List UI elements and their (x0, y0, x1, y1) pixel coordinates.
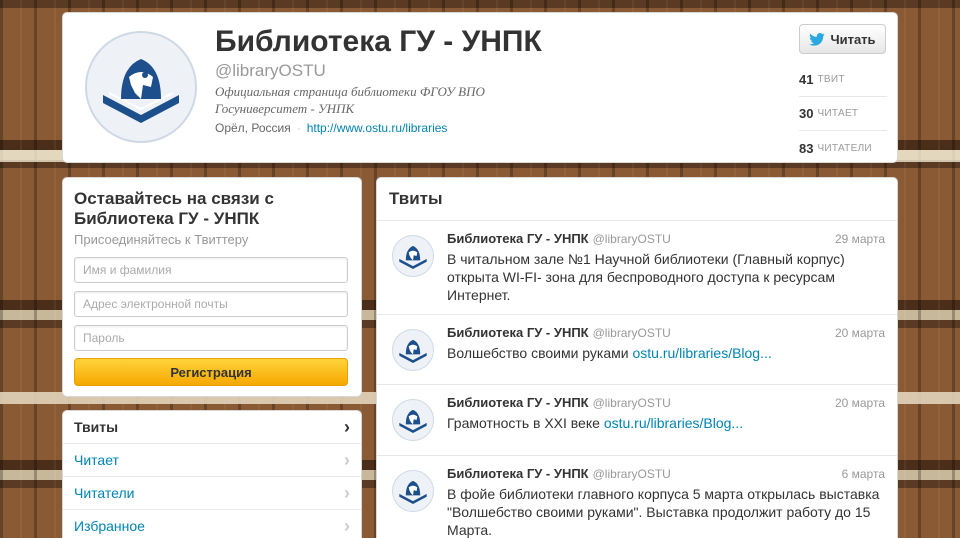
chevron-right-icon: › (344, 416, 350, 437)
tweet-author-name[interactable]: Библиотека ГУ - УНПК (447, 395, 589, 410)
stat-followers[interactable]: 83 читатели (799, 131, 887, 165)
tweet-timestamp[interactable]: 20 марта (835, 396, 885, 410)
tweet-author-handle[interactable]: @libraryOSTU (593, 326, 671, 340)
library-logo-icon (103, 59, 179, 123)
tweet-text-body: В читальном зале №1 Научной библиотеки (… (447, 251, 845, 303)
tweet-item[interactable]: Библиотека ГУ - УНПК @libraryOSTU 6 март… (377, 456, 897, 538)
nav-item-label: Читает (74, 452, 119, 468)
stat-count: 41 (799, 72, 814, 87)
tweet-avatar[interactable] (392, 399, 434, 441)
stat-count: 30 (799, 106, 814, 121)
tweet-text: В фойе библиотеки главного корпуса 5 мар… (447, 485, 885, 538)
tweet-avatar[interactable] (392, 470, 434, 512)
tweet-item[interactable]: Библиотека ГУ - УНПК @libraryOSTU 20 мар… (377, 315, 897, 385)
avatar[interactable] (85, 31, 197, 143)
tweets-header: Твиты (377, 178, 897, 221)
tweet-item[interactable]: Библиотека ГУ - УНПК @libraryOSTU 20 мар… (377, 385, 897, 456)
tweet-header: Библиотека ГУ - УНПК @libraryOSTU 6 март… (447, 466, 885, 483)
stat-following[interactable]: 30 читает (799, 97, 887, 131)
tweet-header: Библиотека ГУ - УНПК @libraryOSTU 20 мар… (447, 395, 885, 412)
tweets-timeline: Твиты Библиотека ГУ - УНПК @libraryOSTU … (376, 177, 898, 538)
register-button[interactable]: Регистрация (74, 358, 348, 386)
chevron-right-icon: › (344, 482, 350, 503)
full-name-field[interactable] (74, 257, 348, 283)
tweet-timestamp[interactable]: 6 марта (842, 467, 885, 481)
nav-item-label: Избранное (74, 518, 145, 534)
follow-button[interactable]: Читать (799, 24, 886, 54)
profile-location-row: Орёл, Россия · http://www.ostu.ru/librarie… (215, 121, 447, 135)
stat-tweets[interactable]: 41 твит (799, 63, 887, 97)
tweet-text-body: Волшебство своими руками (447, 345, 629, 361)
profile-handle: @libraryOSTU (215, 61, 326, 80)
tweet-text-body: В фойе библиотеки главного корпуса 5 мар… (447, 486, 880, 538)
tweet-text-body: Грамотность в XXI веке (447, 415, 600, 431)
tweet-item[interactable]: Библиотека ГУ - УНПК @libraryOSTU 29 мар… (377, 221, 897, 315)
tweet-author-handle[interactable]: @libraryOSTU (593, 232, 671, 246)
tweet-link[interactable]: ostu.ru/libraries/Blog... (632, 345, 771, 361)
tweet-header: Библиотека ГУ - УНПК @libraryOSTU 20 мар… (447, 325, 885, 342)
profile-nav: Твиты › Читает › Читатели › Избранное › (62, 410, 362, 538)
email-field[interactable] (74, 291, 348, 317)
tweet-author-name[interactable]: Библиотека ГУ - УНПК (447, 325, 589, 340)
profile-bio: Официальная страница библиотеки ФГОУ ВПО… (215, 84, 485, 116)
tweet-text: Грамотность в XXI веке ostu.ru/libraries… (447, 414, 885, 432)
tweet-timestamp[interactable]: 29 марта (835, 232, 885, 246)
stat-label: читатели (817, 142, 872, 154)
tweet-author-handle[interactable]: @libraryOSTU (593, 396, 671, 410)
tweet-timestamp[interactable]: 20 марта (835, 326, 885, 340)
tweet-avatar[interactable] (392, 235, 434, 277)
nav-item-following[interactable]: Читает › (63, 444, 361, 477)
stat-label: твит (817, 74, 845, 85)
profile-location: Орёл, Россия (215, 121, 291, 135)
chevron-right-icon: › (344, 515, 350, 536)
nav-item-favorites[interactable]: Избранное › (63, 510, 361, 538)
library-logo-icon (399, 339, 427, 363)
password-field[interactable] (74, 325, 348, 351)
tweet-avatar[interactable] (392, 329, 434, 371)
tweet-header: Библиотека ГУ - УНПК @libraryOSTU 29 мар… (447, 231, 885, 248)
signup-title: Оставайтесь на связи с Библиотека ГУ - У… (74, 189, 274, 228)
nav-item-followers[interactable]: Читатели › (63, 477, 361, 510)
library-logo-icon (399, 480, 427, 504)
separator: · (296, 121, 301, 135)
signup-subtitle: Присоединяйтесь к Твиттеру (74, 232, 249, 247)
twitter-bird-icon (809, 32, 826, 46)
tweet-text: В читальном зале №1 Научной библиотеки (… (447, 250, 885, 304)
stat-label: читает (817, 108, 859, 119)
chevron-right-icon: › (344, 449, 350, 470)
nav-item-label: Читатели (74, 485, 135, 501)
profile-url-link[interactable]: http://www.ostu.ru/libraries (307, 121, 448, 135)
profile-stats: 41 твит 30 читает 83 читатели (799, 63, 887, 165)
profile-name: Библиотека ГУ - УНПК (215, 25, 542, 58)
stat-count: 83 (799, 140, 814, 156)
nav-item-label: Твиты (74, 419, 119, 435)
nav-item-tweets[interactable]: Твиты › (63, 411, 361, 444)
signup-box: Оставайтесь на связи с Библиотека ГУ - У… (62, 177, 362, 397)
library-logo-icon (399, 245, 427, 269)
tweet-author-handle[interactable]: @libraryOSTU (593, 467, 671, 481)
profile-header: Библиотека ГУ - УНПК @libraryOSTU Официа… (62, 12, 898, 163)
tweet-text: Волшебство своими руками ostu.ru/librari… (447, 344, 885, 362)
tweet-link[interactable]: ostu.ru/libraries/Blog... (604, 415, 743, 431)
tweet-author-name[interactable]: Библиотека ГУ - УНПК (447, 231, 589, 246)
tweet-author-name[interactable]: Библиотека ГУ - УНПК (447, 466, 589, 481)
library-logo-icon (399, 409, 427, 433)
follow-button-label: Читать (830, 31, 876, 47)
